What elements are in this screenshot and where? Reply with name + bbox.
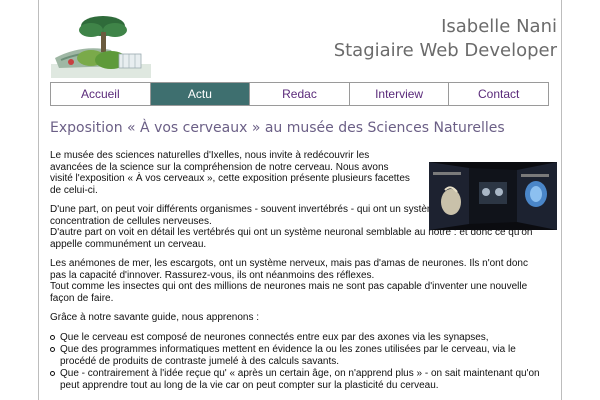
- article-paragraph-2: Les anémones de mer, les escargots, ont …: [50, 258, 540, 304]
- list-item-text: Que des programmes informatiques mettent…: [60, 344, 516, 367]
- bullet-icon: [50, 347, 55, 352]
- site-owner-name: Isabelle Nani: [441, 16, 557, 37]
- article-title: Exposition « À vos cerveaux » au musée d…: [50, 120, 505, 136]
- list-item: Que des programmes informatiques mettent…: [50, 344, 540, 367]
- bullet-icon: [50, 334, 55, 340]
- article-paragraph-2-part-b: Tout comme les insectes qui ont des mill…: [50, 281, 528, 304]
- page-container: Isabelle Nani Stagiaire Web Developer Ac…: [38, 0, 562, 400]
- exhibition-photo: [429, 162, 557, 230]
- article-paragraph-1-part-b: D'autre part on voit en détail les verté…: [50, 227, 533, 250]
- nav-item-interview[interactable]: Interview: [349, 83, 450, 105]
- main-navigation: Accueil Actu Redac Interview Contact: [50, 82, 549, 106]
- article: Exposition « À vos cerveaux » au musée d…: [50, 120, 555, 392]
- list-item-text: Que le cerveau est composé de neurones c…: [60, 331, 489, 343]
- article-paragraph-intro: Le musée des sciences naturelles d'Ixell…: [50, 150, 410, 196]
- nav-item-redac[interactable]: Redac: [250, 83, 350, 105]
- list-item-text: Que - contrairement à l'idée reçue qu' «…: [60, 368, 540, 391]
- article-paragraph-2-part-a: Les anémones de mer, les escargots, ont …: [50, 258, 528, 281]
- list-item: Que le cerveau est composé de neurones c…: [50, 332, 540, 344]
- nav-item-accueil[interactable]: Accueil: [51, 83, 151, 105]
- list-item: Que - contrairement à l'idée reçue qu' «…: [50, 368, 540, 391]
- logo-tree-building-icon: [51, 16, 151, 78]
- bullet-icon: [50, 371, 55, 376]
- article-bullet-list: Que le cerveau est composé de neurones c…: [50, 332, 555, 392]
- article-list-intro: Grâce à notre savante guide, nous appren…: [50, 312, 260, 323]
- nav-item-contact[interactable]: Contact: [449, 83, 548, 105]
- site-owner-role: Stagiaire Web Developer: [333, 40, 557, 61]
- nav-item-actu[interactable]: Actu: [150, 83, 251, 105]
- site-header: Isabelle Nani Stagiaire Web Developer: [39, 0, 563, 82]
